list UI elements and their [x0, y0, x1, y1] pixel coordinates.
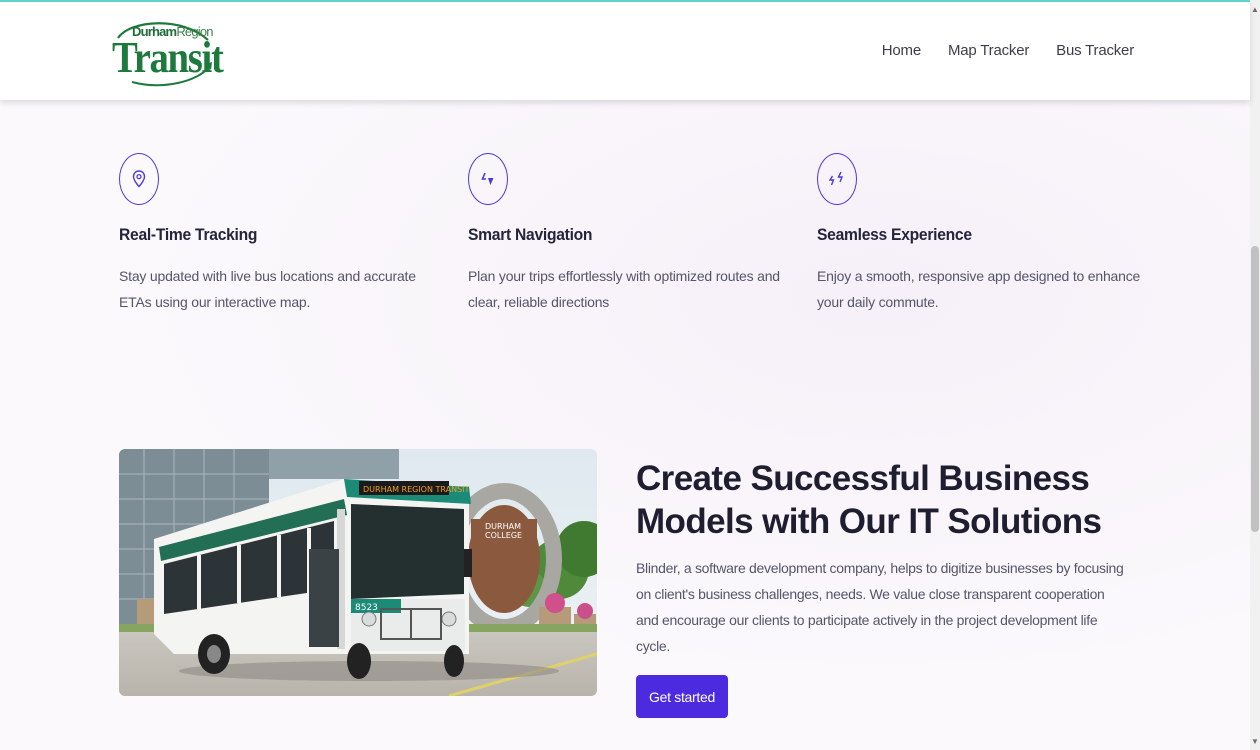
get-started-button[interactable]: Get started [636, 675, 728, 718]
main-nav: Home Map Tracker Bus Tracker [882, 42, 1134, 59]
nav-map-tracker[interactable]: Map Tracker [948, 42, 1029, 59]
feature-smart-navigation: Smart Navigation Plan your trips effortl… [468, 153, 788, 315]
bus-photo-illustration: DURHAM COLLEGE DURHAM REGION TRANSIT 852… [119, 449, 597, 696]
scroll-thumb[interactable] [1251, 246, 1259, 532]
logo-wordmark: Transit [112, 33, 224, 82]
college-sign-line2: COLLEGE [485, 531, 522, 540]
location-pin-icon [119, 153, 159, 205]
lightning-icon [817, 153, 857, 205]
bus-destination-sign: DURHAM REGION TRANSIT [363, 485, 470, 494]
bus-photo: DURHAM COLLEGE DURHAM REGION TRANSIT 852… [119, 449, 597, 696]
feature-description: Enjoy a smooth, responsive app designed … [817, 268, 1141, 310]
feature-seamless-experience: Seamless Experience Enjoy a smooth, resp… [817, 153, 1140, 315]
page-scrollbar[interactable]: ▲ ▼ [1250, 0, 1260, 750]
feature-description: Plan your trips effortlessly with optimi… [468, 268, 780, 310]
feature-real-time-tracking: Real-Time Tracking Stay updated with liv… [119, 153, 439, 315]
scroll-down-arrow-icon[interactable]: ▼ [1251, 738, 1259, 746]
site-header: DurhamRegion Transit Home Map Tracker Bu… [0, 2, 1250, 100]
nav-bus-tracker[interactable]: Bus Tracker [1056, 42, 1134, 59]
bus-number: 8523 [355, 603, 378, 613]
navigation-icon [468, 153, 508, 205]
cta-heading: Create Successful Business Models with O… [636, 459, 1102, 541]
feature-description: Stay updated with live bus locations and… [119, 268, 416, 310]
feature-title: Seamless Experience [817, 225, 972, 244]
cta-section: Create Successful Business Models with O… [636, 457, 1136, 718]
college-sign-line1: DURHAM [485, 522, 521, 531]
cta-body: Blinder, a software development company,… [636, 560, 1124, 654]
feature-title: Real-Time Tracking [119, 225, 258, 244]
nav-home[interactable]: Home [882, 42, 921, 59]
brand-logo[interactable]: DurhamRegion Transit [112, 18, 224, 87]
feature-title: Smart Navigation [468, 225, 593, 244]
scroll-up-arrow-icon[interactable]: ▲ [1251, 6, 1259, 14]
